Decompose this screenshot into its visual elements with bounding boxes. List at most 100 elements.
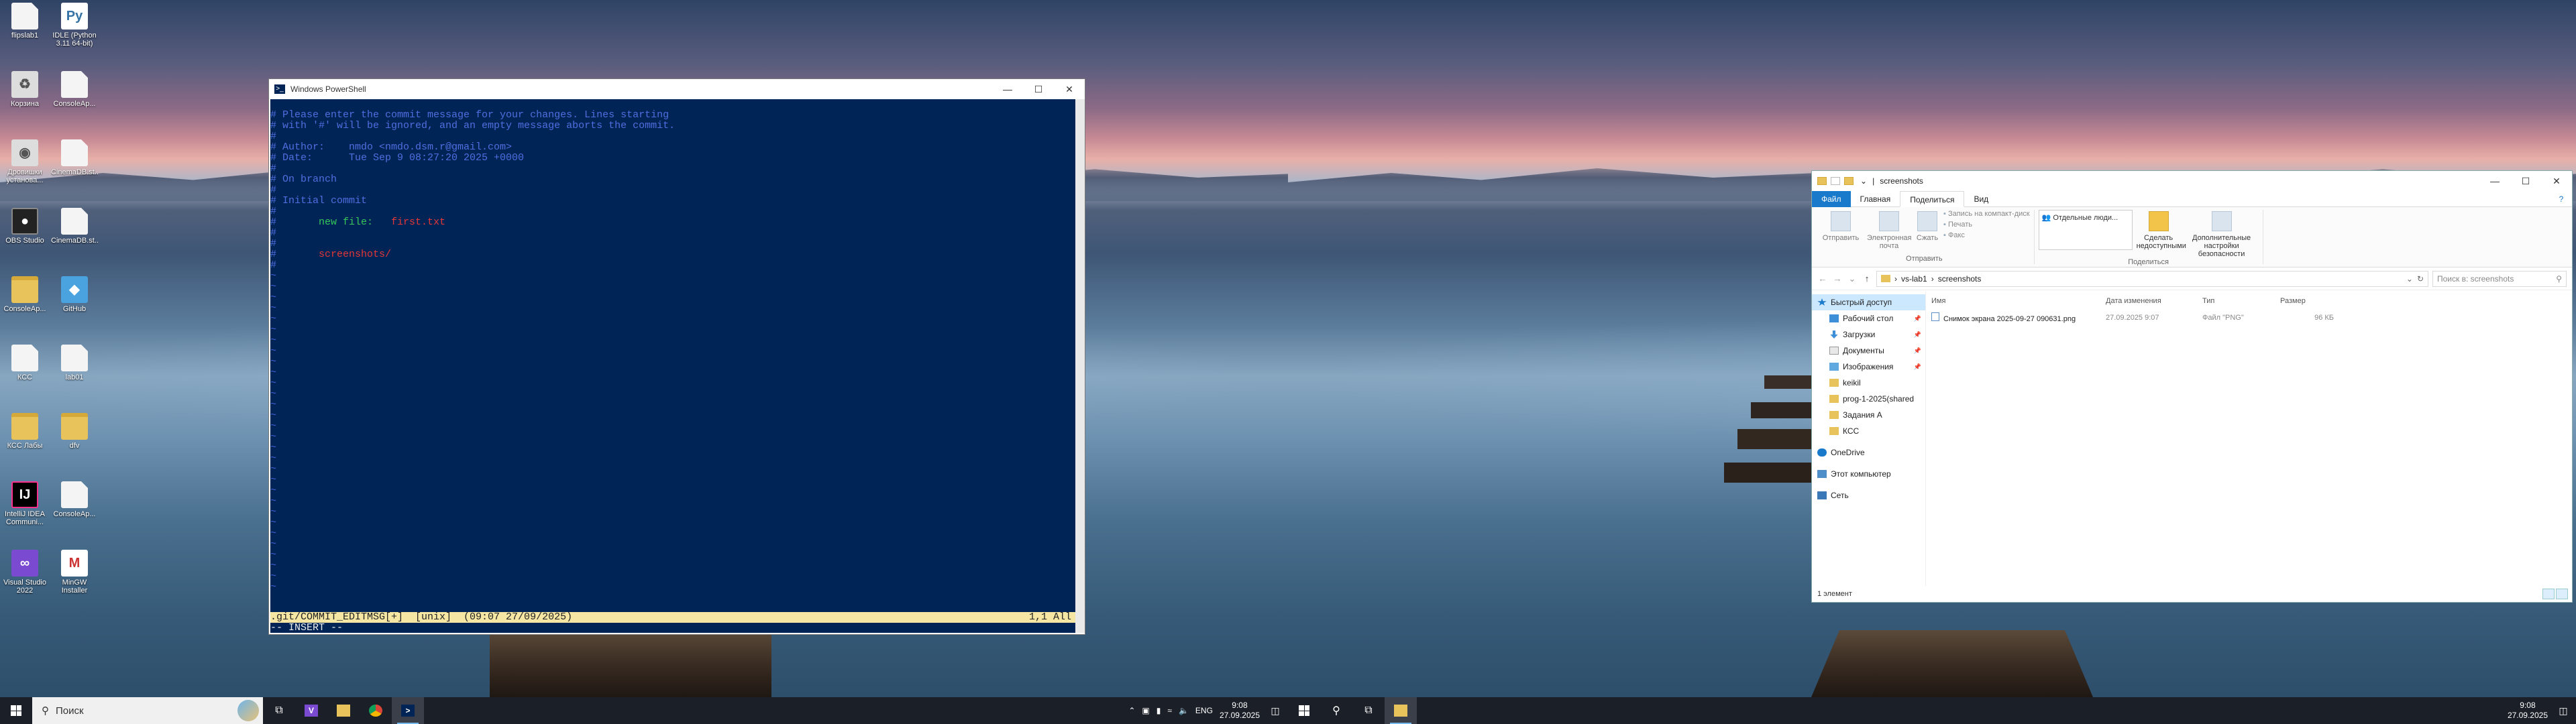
address-bar-row: ← → ⌄ ↑ › vs-lab1 › screenshots ⌄ ↻ Поис…: [1812, 267, 2572, 290]
desktop-icon[interactable]: КСС: [1, 345, 48, 381]
nav-item[interactable]: Быстрый доступ: [1812, 294, 1925, 310]
search-highlight-icon[interactable]: [237, 700, 259, 721]
notifications-icon[interactable]: ◫: [2555, 697, 2572, 724]
stop-sharing-button[interactable]: Сделать недоступными: [2137, 210, 2186, 258]
taskbar-file-explorer[interactable]: [327, 697, 360, 724]
taskbar-chrome[interactable]: [360, 697, 392, 724]
taskbar-file-explorer[interactable]: [1385, 697, 1417, 724]
minimize-button[interactable]: —: [992, 79, 1023, 99]
nav-item[interactable]: Сеть: [1812, 487, 1925, 503]
tab-view[interactable]: Вид: [1964, 191, 1998, 207]
desktop-icon[interactable]: CinemaDB.st...: [51, 208, 98, 245]
file-explorer-window[interactable]: ⌄ | screenshots — ☐ ✕ Файл Главная Подел…: [1811, 170, 2573, 603]
quick-access-dropdown[interactable]: ⌄: [1860, 176, 1867, 186]
task-view-button[interactable]: ⧉: [1352, 697, 1385, 724]
task-view-button[interactable]: ⧉: [263, 697, 295, 724]
nav-item[interactable]: prog-1-2025(shared: [1812, 391, 1925, 407]
maximize-button[interactable]: ☐: [2510, 171, 2541, 191]
network-icon[interactable]: ▣: [1142, 706, 1149, 715]
desktop-icon[interactable]: КСС Лабы: [1, 413, 48, 450]
desktop-icon[interactable]: ◆ GitHub: [51, 276, 98, 313]
nav-item[interactable]: Изображения 📌: [1812, 359, 1925, 375]
share-with-item[interactable]: Отдельные люди...: [2053, 214, 2118, 222]
close-button[interactable]: ✕: [1054, 79, 1085, 99]
search-button[interactable]: ⚲: [1320, 697, 1352, 724]
minimize-button[interactable]: —: [2479, 171, 2510, 191]
close-button[interactable]: ✕: [2541, 171, 2572, 191]
volume-icon[interactable]: 🔈: [1179, 706, 1189, 715]
desktop-icon[interactable]: Py IDLE (Python 3.11 64-bit): [51, 3, 98, 48]
send-button[interactable]: Отправить: [1819, 210, 1863, 255]
nav-item[interactable]: OneDrive: [1812, 444, 1925, 461]
tab-file[interactable]: Файл: [1812, 190, 1851, 207]
maximize-button[interactable]: ☐: [1023, 79, 1054, 99]
desktop-icon[interactable]: lab01: [51, 345, 98, 381]
nav-item[interactable]: Рабочий стол 📌: [1812, 310, 1925, 326]
clock[interactable]: 9:08 27.09.2025: [2508, 701, 2548, 721]
search-box[interactable]: Поиск в: screenshots ⚲: [2432, 270, 2567, 287]
language-indicator[interactable]: ENG: [1195, 706, 1213, 715]
back-arrow-icon[interactable]: ←: [1817, 274, 1828, 284]
desktop-icon[interactable]: ∞ Visual Studio 2022: [1, 550, 48, 595]
start-button[interactable]: [0, 697, 32, 724]
breadcrumb-item[interactable]: vs-lab1: [1901, 274, 1927, 284]
nav-item[interactable]: Задания A: [1812, 407, 1925, 423]
nav-item[interactable]: Этот компьютер: [1812, 466, 1925, 482]
refresh-icon[interactable]: ↻: [2417, 274, 2424, 284]
battery-icon[interactable]: ▮: [1157, 706, 1161, 715]
desktop-icon[interactable]: ♻ Корзина: [1, 71, 48, 108]
desktop-icon[interactable]: ◉ Дровишки установа...: [1, 139, 48, 184]
tab-share[interactable]: Поделиться: [1900, 190, 1965, 207]
desktop-icon[interactable]: dfv: [51, 413, 98, 450]
email-button[interactable]: Электронная почта: [1867, 210, 1912, 255]
taskbar-search[interactable]: ⚲ Поиск: [32, 697, 263, 724]
properties-icon[interactable]: [1831, 177, 1840, 185]
file-row[interactable]: Снимок экрана 2025-09-27 090631.png 27.0…: [1926, 310, 2572, 325]
large-icons-view-icon[interactable]: [2556, 589, 2568, 599]
burn-disc-button[interactable]: Запись на компакт-диск: [1943, 210, 2030, 218]
nav-item[interactable]: КСС: [1812, 423, 1925, 439]
fax-button[interactable]: Факс: [1943, 231, 2030, 239]
vim-editor[interactable]: # Please enter the commit message for yo…: [270, 99, 1075, 634]
breadcrumb-item[interactable]: screenshots: [1938, 274, 1982, 284]
recent-locations-icon[interactable]: ⌄: [1847, 274, 1858, 284]
advanced-security-button[interactable]: Дополнительные настройки безопасности: [2185, 210, 2259, 258]
powershell-titlebar[interactable]: >_ Windows PowerShell — ☐ ✕: [269, 79, 1085, 99]
column-date[interactable]: Дата изменения: [2106, 297, 2202, 305]
column-name[interactable]: Имя: [1931, 297, 2106, 305]
forward-arrow-icon[interactable]: →: [1832, 274, 1843, 284]
address-bar[interactable]: › vs-lab1 › screenshots ⌄ ↻: [1876, 270, 2428, 287]
start-button[interactable]: [1288, 697, 1320, 724]
desktop-icon[interactable]: ConsoleAp...: [51, 71, 98, 108]
help-icon[interactable]: ?: [2556, 191, 2567, 207]
new-folder-icon[interactable]: [1844, 177, 1854, 185]
desktop-icon[interactable]: ConsoleAp...: [1, 276, 48, 313]
nav-item[interactable]: keikil: [1812, 375, 1925, 391]
taskbar-visual-studio[interactable]: V: [295, 697, 327, 724]
desktop-icon[interactable]: ConsoleAp...: [51, 481, 98, 518]
clock[interactable]: 9:08 27.09.2025: [1220, 701, 1260, 721]
nav-item[interactable]: Документы 📌: [1812, 343, 1925, 359]
chevron-up-icon[interactable]: ⌃: [1128, 706, 1135, 715]
desktop-icon[interactable]: IJ IntelliJ IDEA Communi...: [1, 481, 48, 526]
details-view-icon[interactable]: [2542, 589, 2555, 599]
taskbar-powershell[interactable]: >: [392, 697, 424, 724]
desktop-icon[interactable]: flipslab1: [1, 3, 48, 40]
column-size[interactable]: Размер: [2280, 297, 2334, 305]
up-arrow-icon[interactable]: ↑: [1862, 274, 1872, 284]
column-type[interactable]: Тип: [2202, 297, 2280, 305]
powershell-window[interactable]: >_ Windows PowerShell — ☐ ✕ # Please ent…: [268, 78, 1085, 635]
scrollbar[interactable]: [1075, 99, 1085, 633]
nav-item[interactable]: Загрузки 📌: [1812, 326, 1925, 343]
desktop-icon[interactable]: ● OBS Studio: [1, 208, 48, 245]
notifications-icon[interactable]: ◫: [1267, 697, 1284, 724]
wifi-icon[interactable]: ≈: [1167, 706, 1172, 715]
share-with-list[interactable]: 👥 Отдельные люди...: [2038, 210, 2133, 250]
zip-button[interactable]: Сжать: [1915, 210, 1939, 255]
print-button[interactable]: Печать: [1943, 221, 2030, 229]
address-dropdown-icon[interactable]: ⌄: [2406, 274, 2413, 284]
desktop-icon[interactable]: M MinGW Installer: [51, 550, 98, 595]
explorer-titlebar[interactable]: ⌄ | screenshots — ☐ ✕: [1812, 171, 2572, 191]
tab-home[interactable]: Главная: [1851, 191, 1900, 207]
desktop-icon[interactable]: CinemaDB.st...: [51, 139, 98, 176]
